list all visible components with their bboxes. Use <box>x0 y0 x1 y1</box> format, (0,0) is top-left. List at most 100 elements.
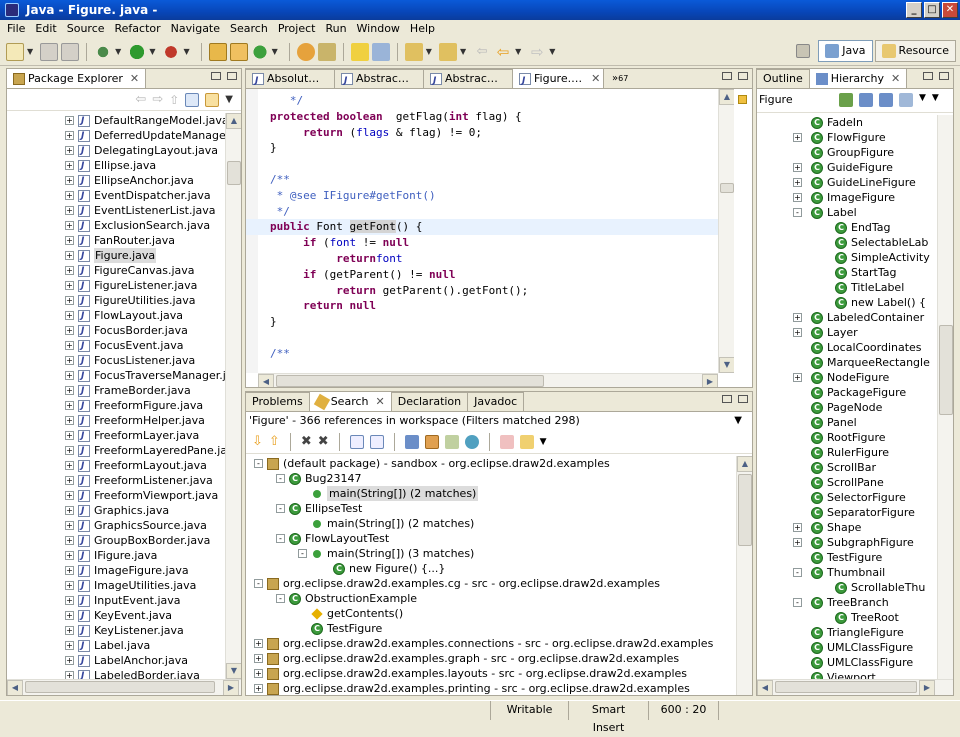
menu-source[interactable]: Source <box>62 20 110 38</box>
debug-icon[interactable] <box>94 42 113 61</box>
menu-run[interactable]: Run <box>320 20 351 38</box>
package-explorer-item[interactable]: + FigureUtilities.java <box>7 293 225 309</box>
expand-icon[interactable]: + <box>65 251 74 260</box>
collapse-icon[interactable]: - <box>254 579 263 588</box>
close-tab-icon[interactable]: ✕ <box>130 70 139 88</box>
search-result-row[interactable]: - FlowLayoutTest <box>246 531 736 546</box>
expand-icon[interactable]: + <box>793 538 802 547</box>
editor-tab[interactable]: Abstrac… <box>334 69 424 88</box>
hierarchy-item[interactable]: +UMLClassFigure <box>757 640 937 655</box>
package-explorer-item[interactable]: + Ellipse.java <box>7 158 225 174</box>
search-result-row[interactable]: - org.eclipse.draw2d.examples.cg - src - … <box>246 576 736 591</box>
package-explorer-item[interactable]: + EllipseAnchor.java <box>7 173 225 189</box>
scroll-left-icon[interactable]: ◀ <box>258 374 274 387</box>
expand-icon[interactable]: + <box>65 431 74 440</box>
type-hierarchy-icon[interactable] <box>839 93 853 107</box>
expand-icon[interactable]: + <box>793 163 802 172</box>
hierarchy-item[interactable]: +SelectableLab <box>757 235 937 250</box>
package-explorer-item[interactable]: + FocusEvent.java <box>7 338 225 354</box>
menu-edit[interactable]: Edit <box>30 20 61 38</box>
remove-all-icon[interactable]: ✖ <box>318 434 329 449</box>
collapse-icon[interactable]: - <box>793 568 802 577</box>
expand-icon[interactable]: + <box>65 311 74 320</box>
hierarchy-item[interactable]: +SelectorFigure <box>757 490 937 505</box>
package-explorer-item[interactable]: + Figure.java <box>7 248 225 264</box>
hierarchy-item[interactable]: + NodeFigure <box>757 370 937 385</box>
view-menu-icon[interactable]: ▼ <box>932 93 939 107</box>
hierarchy-item[interactable]: + FlowFigure <box>757 130 937 145</box>
expand-icon[interactable]: + <box>65 596 74 605</box>
hierarchy-item[interactable]: +PageNode <box>757 400 937 415</box>
collapse-icon[interactable]: - <box>276 474 285 483</box>
menu-help[interactable]: Help <box>405 20 440 38</box>
show-source-icon[interactable] <box>371 42 390 61</box>
package-explorer-item[interactable]: + FrameBorder.java <box>7 383 225 399</box>
expand-icon[interactable]: + <box>65 581 74 590</box>
expand-icon[interactable]: + <box>65 371 74 380</box>
java-perspective-button[interactable]: Java <box>818 40 873 62</box>
package-explorer-item[interactable]: + FocusListener.java <box>7 353 225 369</box>
scroll-down-icon[interactable]: ▼ <box>226 663 241 679</box>
close-tab-icon[interactable]: ✕ <box>591 70 600 88</box>
new-class-icon[interactable] <box>250 42 269 61</box>
hierarchy-item[interactable]: +ScrollBar <box>757 460 937 475</box>
search-icon[interactable] <box>317 42 336 61</box>
hierarchy-item[interactable]: - Label <box>757 205 937 220</box>
hierarchy-item[interactable]: +TitleLabel <box>757 280 937 295</box>
expand-icon[interactable]: + <box>65 401 74 410</box>
expand-icon[interactable]: + <box>254 639 263 648</box>
package-explorer-item[interactable]: + FreeformViewport.java <box>7 488 225 504</box>
back-dropdown-icon[interactable]: ▼ <box>515 47 521 56</box>
hierarchy-item[interactable]: +TreeRoot <box>757 610 937 625</box>
expand-icon[interactable]: + <box>65 476 74 485</box>
hierarchy-item[interactable]: + ImageFigure <box>757 190 937 205</box>
expand-icon[interactable]: + <box>65 626 74 635</box>
minimize-editor-icon[interactable] <box>722 72 732 80</box>
expand-icon[interactable]: + <box>65 416 74 425</box>
hierarchy-item[interactable]: +RulerFigure <box>757 445 937 460</box>
tab-hierarchy[interactable]: Hierarchy ✕ <box>808 69 908 88</box>
collapse-icon[interactable]: - <box>276 594 285 603</box>
previous-annotation-dropdown-icon[interactable]: ▼ <box>460 47 466 56</box>
hierarchy-item[interactable]: +Panel <box>757 415 937 430</box>
expand-icon[interactable]: + <box>793 313 802 322</box>
hierarchy-item[interactable]: - TreeBranch <box>757 595 937 610</box>
next-match-icon[interactable]: ⇩ <box>252 434 263 449</box>
layout-icon[interactable] <box>899 93 913 107</box>
hierarchy-item[interactable]: +ScrollableThu <box>757 580 937 595</box>
link-with-editor-icon[interactable] <box>205 92 220 107</box>
package-explorer-item[interactable]: + IFigure.java <box>7 548 225 564</box>
expand-icon[interactable]: + <box>65 266 74 275</box>
scroll-up-icon[interactable]: ▲ <box>719 89 735 105</box>
search-result-row[interactable]: main(String[]) (2 matches) <box>246 486 736 501</box>
search-result-row[interactable]: + org.eclipse.draw2d.examples.connections… <box>246 636 736 651</box>
hierarchy-item[interactable]: +new Label() { <box>757 295 937 310</box>
search-result-row[interactable]: - ObstructionExample <box>246 591 736 606</box>
search-result-row[interactable]: - EllipseTest <box>246 501 736 516</box>
cancel-search-icon[interactable] <box>499 434 514 449</box>
editor-tab[interactable]: Absolut… <box>246 69 335 88</box>
new-java-project-icon[interactable] <box>208 42 227 61</box>
tab-package-explorer[interactable]: Package Explorer ✕ <box>7 69 147 88</box>
hierarchy-item[interactable]: +FadeIn <box>757 115 937 130</box>
package-explorer-item[interactable]: + InputEvent.java <box>7 593 225 609</box>
expand-icon[interactable]: + <box>65 221 74 230</box>
maximize-view-icon[interactable] <box>939 72 949 80</box>
hierarchy-item[interactable]: + GuideLineFigure <box>757 175 937 190</box>
package-explorer-item[interactable]: + KeyListener.java <box>7 623 225 639</box>
show-as-list-icon[interactable] <box>404 434 419 449</box>
hierarchy-item[interactable]: +GroupFigure <box>757 145 937 160</box>
hierarchy-item[interactable]: +ScrollPane <box>757 475 937 490</box>
package-explorer-item[interactable]: + DelegatingLayout.java <box>7 143 225 159</box>
minimize-view-icon[interactable] <box>722 395 732 403</box>
collapse-icon[interactable]: - <box>793 208 802 217</box>
expand-icon[interactable]: + <box>793 523 802 532</box>
package-explorer-item[interactable]: + ImageFigure.java <box>7 563 225 579</box>
supertype-hierarchy-icon[interactable] <box>859 93 873 107</box>
print-icon[interactable] <box>61 42 80 61</box>
expand-icon[interactable]: + <box>65 521 74 530</box>
expand-all-icon[interactable] <box>349 434 364 449</box>
hierarchy-item[interactable]: +TriangleFigure <box>757 625 937 640</box>
expand-icon[interactable]: + <box>793 133 802 142</box>
package-explorer-item[interactable]: + EventListenerList.java <box>7 203 225 219</box>
